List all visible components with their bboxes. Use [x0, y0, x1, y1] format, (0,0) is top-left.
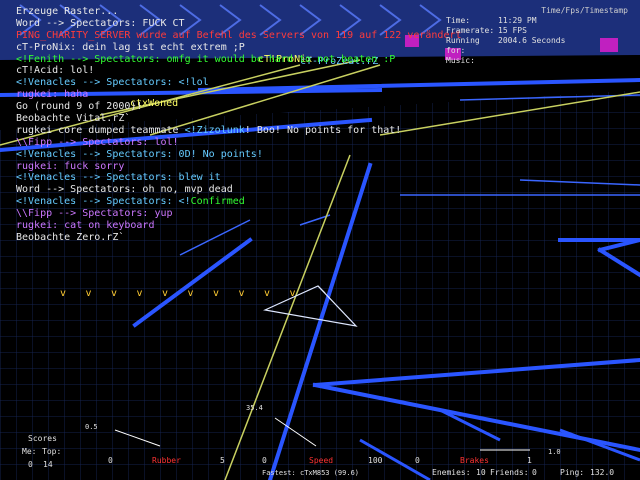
chat-text: Beobachte Zero.rZ` [16, 231, 125, 243]
chat-line: Erzeuge Raster... [16, 6, 486, 18]
chat-line: \\Fipp --> Spectators: yup [16, 208, 486, 220]
running-value: 2004.6 Seconds [498, 36, 566, 45]
speed-label: Speed [309, 456, 334, 465]
chat-line: Word --> Spectators: FUCK CT [16, 18, 486, 30]
game-viewport[interactable]: cT!ProNix cT-ProZeal.rZ ctxWoned Erzeuge… [0, 0, 640, 480]
chat-text: <!Zizolunk [184, 124, 245, 136]
chat-text: \\Fipp --> Spectators: yup [16, 208, 173, 220]
time-value: 11:29 PM [498, 16, 537, 25]
chat-line: \\Fipp --> Spectators: lol! [16, 137, 486, 149]
chevron-down-icon: v [264, 288, 271, 299]
chat-line: <!Venacles --> Spectators: <!lol [16, 77, 486, 89]
framerate-label: Framerate: [446, 26, 495, 35]
speed-gauge-value: 35.4 [246, 404, 263, 412]
music-label: Music: [446, 56, 475, 65]
rubber-label: Rubber [152, 456, 181, 465]
chat-line: PING_CHARITY_SERVER wurde auf Befehl des… [16, 30, 486, 42]
me-label: Me: [22, 447, 37, 456]
chat-text: PING_CHARITY_SERVER wurde auf Befehl des… [16, 29, 462, 41]
chat-line: rugkei: fuck sorry [16, 161, 486, 173]
brakes-gauge-value: 1.0 [548, 448, 561, 456]
chevron-down-icon: v [162, 288, 169, 299]
chat-line: Beobachte Zero.rZ` [16, 232, 486, 244]
chat-text: Beobachte Vital.rZ` [16, 113, 131, 125]
rubber-gauge-value: 0.5 [85, 423, 98, 431]
running-label: Running for: [446, 36, 480, 55]
friends-label: Friends: [490, 468, 529, 477]
chevron-down-icon: v [85, 288, 92, 299]
stats-title: Time/Fps/Timestamp [541, 6, 628, 15]
chat-text: Word --> Spectators: oh no, mvp dead [16, 184, 233, 196]
stats-panel: Time/Fps/Timestamp Time: 11:29 PM Framera… [446, 6, 636, 66]
me-score: 0 [28, 460, 33, 469]
chat-line: cT!Acid: lol! [16, 65, 486, 77]
brakes-label: Brakes [460, 456, 489, 465]
friends-value: 0 [532, 468, 537, 477]
chat-text: <!Fenith --> Spectators: omfg it would b… [16, 53, 396, 65]
chevron-down-icon: v [238, 288, 245, 299]
chat-text: <!Venacles --> Spectators: <!lol [16, 77, 209, 89]
scores-title: Scores [28, 434, 57, 443]
brakes-min: 0 [415, 456, 420, 465]
chat-line: Go (round 9 of 2000)! [16, 101, 486, 113]
chat-text: ! Boo! No points for that! [244, 124, 402, 136]
fastest-value: cTxM853 (99.6) [300, 469, 360, 477]
top-label: Top: [42, 447, 62, 456]
chat-text: Word --> Spectators: FUCK CT [16, 17, 185, 29]
chat-line: <!Venacles --> Spectators: 0D! No points… [16, 149, 486, 161]
chevron-down-icon: v [213, 288, 220, 299]
rubber-min: 0 [108, 456, 113, 465]
chat-line: <!Fenith --> Spectators: omfg it would b… [16, 54, 486, 66]
enemies-label: Enemies: [432, 468, 471, 477]
chevron-down-icon: v [187, 288, 194, 299]
rubber-max: 5 [220, 456, 225, 465]
brakes-max: 1 [527, 456, 532, 465]
chat-text: Confirmed [190, 196, 245, 208]
chevron-down-icon: v [111, 288, 118, 299]
chat-line: Word --> Spectators: oh no, mvp dead [16, 184, 486, 196]
chat-text: cT-ProNix: dein lag ist echt extrem ;P [16, 41, 245, 53]
chat-text: cT!Acid: lol! [16, 65, 95, 77]
chat-text: <!Venacles --> Spectators: 0D! No points… [16, 148, 263, 160]
chat-text: <!Venacles --> Spectators: blew it [16, 172, 221, 184]
chat-text: rugkei: haha [16, 89, 89, 101]
framerate-value: 15 FPS [498, 26, 527, 35]
chat-text: rugkei: fuck sorry [16, 160, 125, 172]
ping-label: Ping: [560, 468, 585, 477]
chevron-down-icon: v [60, 288, 67, 299]
chat-text: <!Venacles --> Spectators: <! [16, 196, 191, 208]
chevron-down-icon: v [289, 288, 296, 299]
chat-line: rugkei: haha [16, 89, 486, 101]
chat-line: cT-ProNix: dein lag ist echt extrem ;P [16, 42, 486, 54]
chat-line: <!Venacles --> Spectators: blew it [16, 172, 486, 184]
chat-log: Erzeuge Raster... Word --> Spectators: FU… [16, 6, 486, 244]
chat-line: Beobachte Vital.rZ` [16, 113, 486, 125]
chat-text: \\Fipp --> Spectators: lol! [16, 136, 179, 148]
speed-min: 0 [262, 456, 267, 465]
chat-text: rugkei core dumped teammate [16, 124, 185, 136]
chevron-down-icon: v [136, 288, 143, 299]
chat-line: rugkei core dumped teammate <!Zizolunk! … [16, 125, 486, 137]
chat-text: Go (round 9 of 2000)! [16, 101, 143, 113]
chat-text: Erzeuge Raster... [16, 6, 119, 17]
chat-text: rugkei: cat on keyboard [16, 220, 155, 232]
speed-max: 100 [368, 456, 383, 465]
top-score: 14 [43, 460, 53, 469]
chat-line: <!Venacles --> Spectators: <!Confirmed [16, 196, 486, 208]
time-label: Time: [446, 16, 471, 25]
ping-value: 132.0 [590, 468, 615, 477]
fastest-label: Fastest: [262, 469, 296, 477]
chat-line: rugkei: cat on keyboard [16, 220, 486, 232]
enemies-value: 10 [476, 468, 486, 477]
